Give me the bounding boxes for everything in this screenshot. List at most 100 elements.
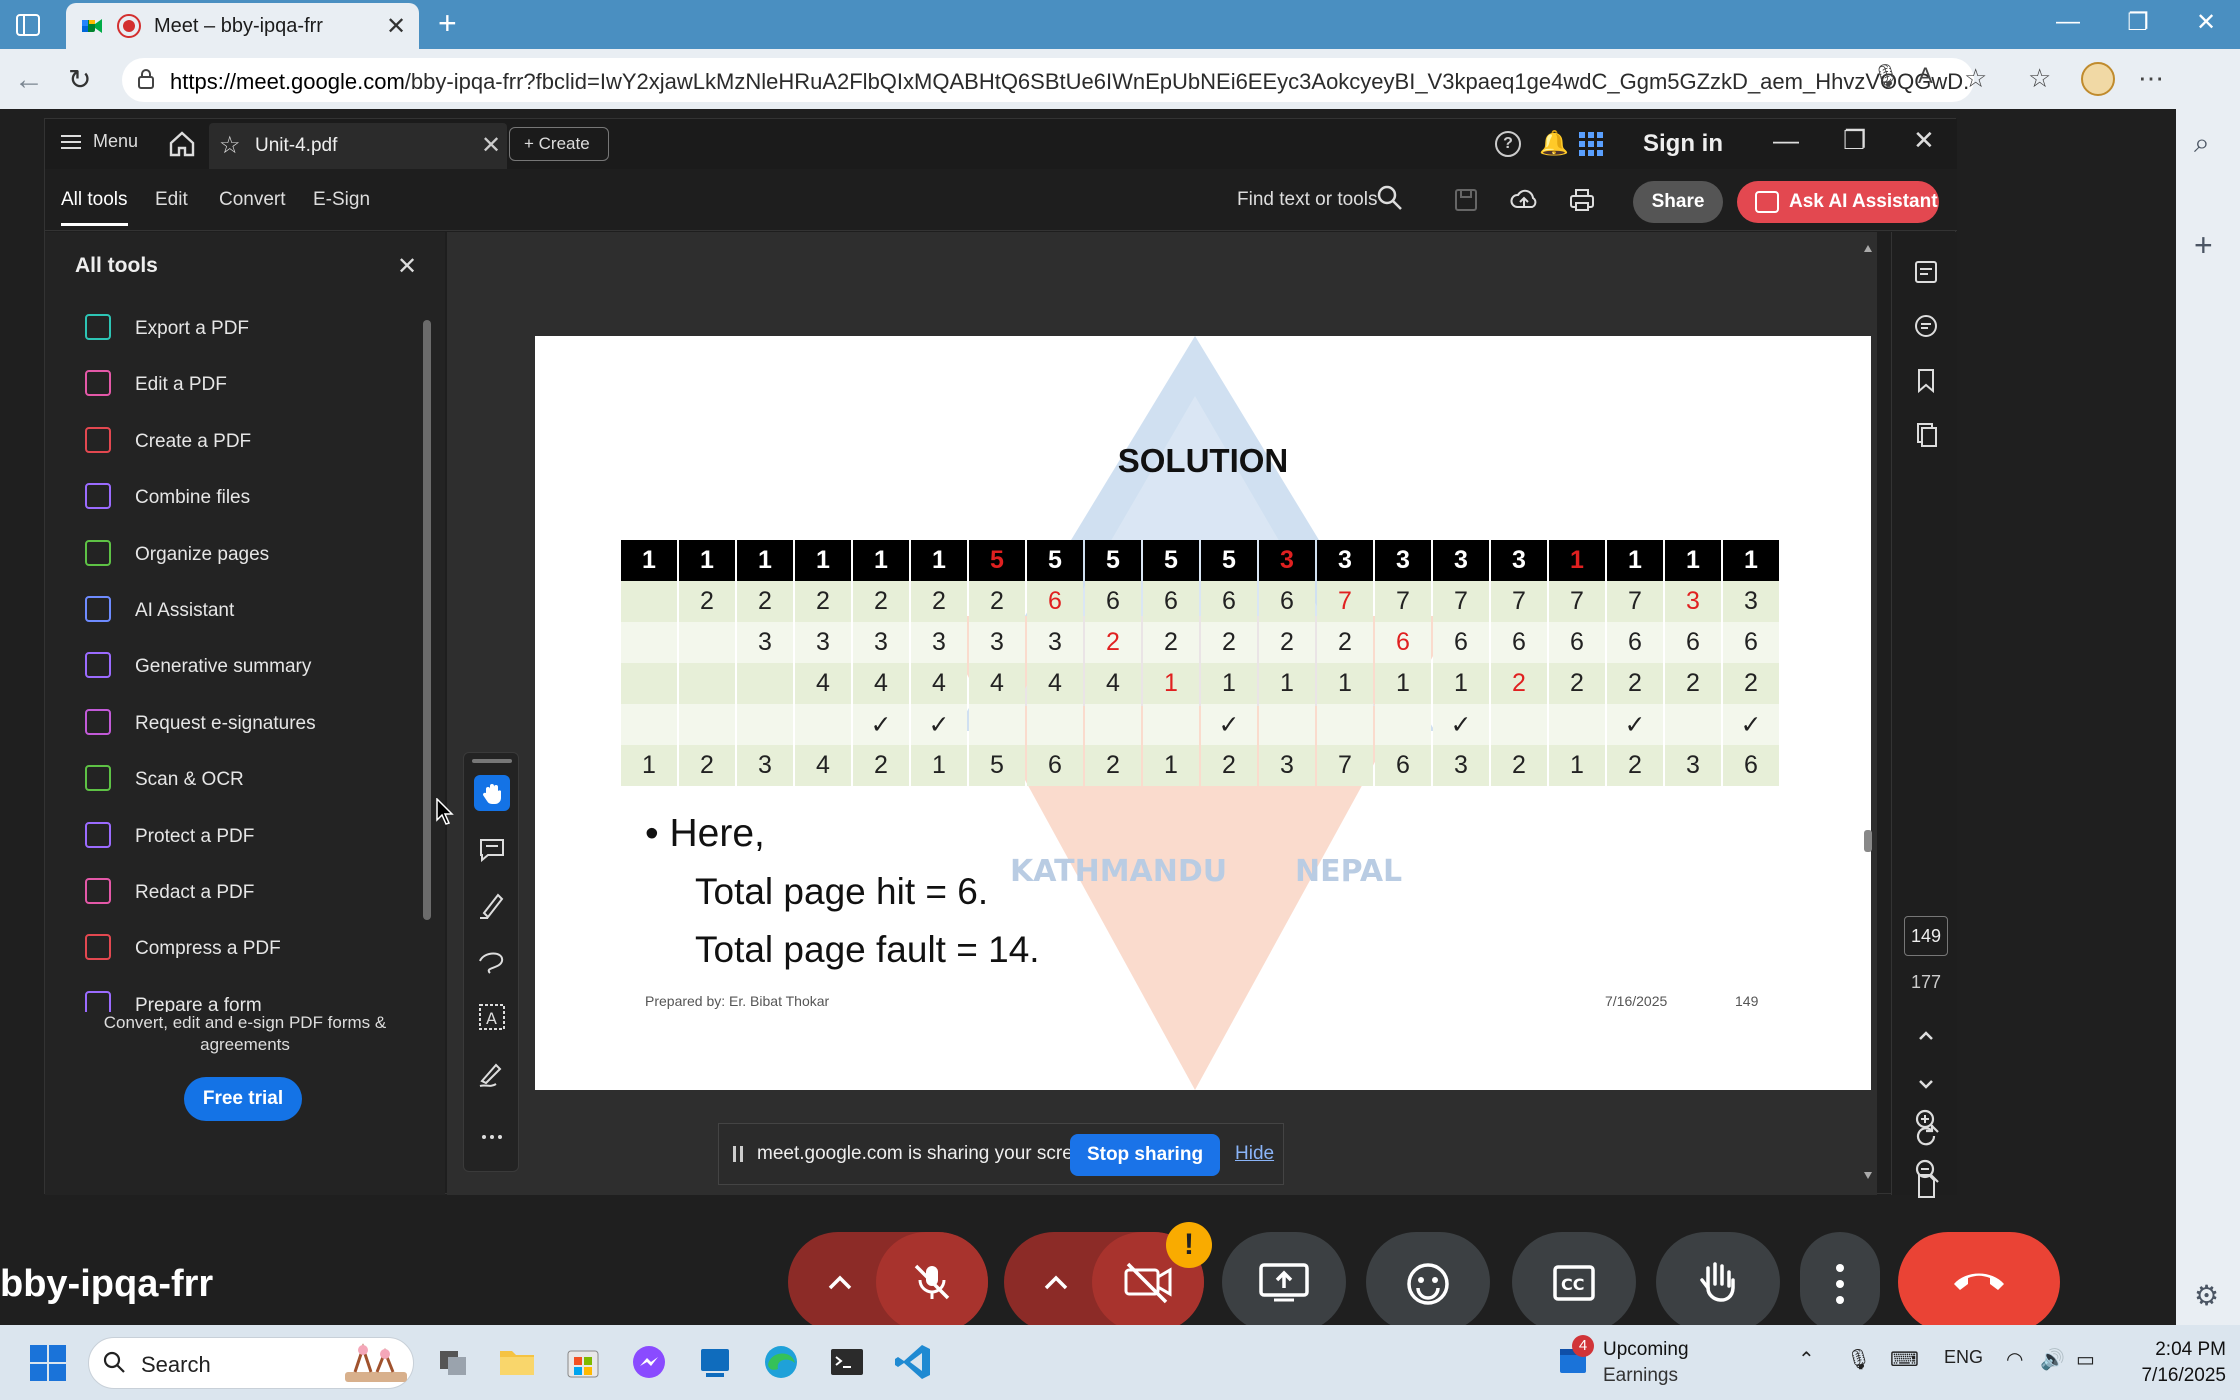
zoom-out-icon[interactable] xyxy=(1912,1156,1942,1186)
document-viewer[interactable]: KATHMANDU NEPAL SOLUTION 111111555553333… xyxy=(447,232,1877,1195)
share-button[interactable]: Share xyxy=(1633,181,1723,223)
star-icon[interactable]: ☆ xyxy=(219,131,241,160)
site-info-icon[interactable] xyxy=(136,67,156,91)
warning-badge[interactable]: ! xyxy=(1166,1222,1212,1268)
tab-e-sign[interactable]: E-Sign xyxy=(313,189,370,211)
tool-item[interactable]: Edit a PDF xyxy=(85,364,405,404)
previous-page-icon[interactable] xyxy=(1912,1022,1940,1050)
clock-time[interactable]: 2:04 PM xyxy=(2126,1339,2226,1361)
draw-tool-icon[interactable] xyxy=(474,943,510,979)
menu-button[interactable]: Menu xyxy=(61,131,138,153)
minimize-window-icon[interactable]: — xyxy=(2048,8,2088,36)
notifications-icon[interactable]: 🔔 xyxy=(1539,129,1569,158)
tool-item[interactable]: Prepare a form xyxy=(85,985,405,1012)
keyboard-icon[interactable]: ⌨ xyxy=(1890,1347,1919,1372)
upload-cloud-icon[interactable] xyxy=(1509,185,1539,215)
microsoft-store-icon[interactable] xyxy=(560,1339,606,1385)
save-icon[interactable] xyxy=(1451,185,1481,215)
current-page-field[interactable]: 149 xyxy=(1904,916,1948,956)
wifi-icon[interactable]: ◠ xyxy=(2006,1347,2023,1372)
pages-thumbnail-icon[interactable] xyxy=(1912,420,1940,448)
tool-item[interactable]: Combine files xyxy=(85,477,405,517)
clock-date[interactable]: 7/16/2025 xyxy=(2110,1365,2226,1387)
print-icon[interactable] xyxy=(1567,185,1597,215)
tools-scrollbar[interactable] xyxy=(421,302,433,1002)
show-hidden-icons-chevron-icon[interactable]: ⌃ xyxy=(1798,1347,1815,1372)
ask-ai-assistant-button[interactable]: Ask AI Assistant xyxy=(1737,181,1939,223)
create-button[interactable]: + Create xyxy=(509,127,609,161)
windows-start-icon[interactable] xyxy=(30,1345,66,1381)
home-icon[interactable] xyxy=(165,127,199,161)
more-tools-icon[interactable] xyxy=(474,1119,510,1155)
browser-tab-meet[interactable]: Meet – bby-ipqa-frr ✕ xyxy=(66,3,419,49)
stop-sharing-button[interactable]: Stop sharing xyxy=(1070,1134,1220,1176)
tool-item[interactable]: Redact a PDF xyxy=(85,872,405,912)
comment-panel-icon[interactable] xyxy=(1912,258,1940,286)
messenger-icon[interactable] xyxy=(626,1339,672,1385)
highlight-tool-icon[interactable] xyxy=(474,887,510,923)
acrobat-close-icon[interactable]: ✕ xyxy=(1913,125,1935,156)
tool-item[interactable]: Compress a PDF xyxy=(85,928,405,968)
drag-handle[interactable] xyxy=(472,759,512,763)
viewer-scrollbar[interactable] xyxy=(1861,242,1875,1182)
acrobat-minimize-icon[interactable]: — xyxy=(1773,125,1799,156)
new-tab-icon[interactable]: + xyxy=(438,5,457,42)
widget-subtitle[interactable]: Earnings xyxy=(1603,1365,1678,1387)
vscode-icon[interactable] xyxy=(890,1339,936,1385)
favorite-star-icon[interactable]: ☆ xyxy=(1964,63,1987,94)
sign-tool-icon[interactable] xyxy=(474,1055,510,1091)
tool-item[interactable]: Organize pages xyxy=(85,534,405,574)
sidebar-settings-icon[interactable]: ⚙ xyxy=(2194,1279,2219,1312)
edge-browser-icon[interactable] xyxy=(758,1339,804,1385)
url-field[interactable]: https://meet.google.com/bby-ipqa-frr?fbc… xyxy=(122,58,1974,102)
favorites-icon[interactable]: ☆ xyxy=(2028,63,2051,94)
pause-icon[interactable] xyxy=(733,1146,743,1162)
close-panel-icon[interactable]: ✕ xyxy=(397,252,417,281)
apps-grid-icon[interactable] xyxy=(1579,132,1603,156)
audio-options-chevron-icon[interactable] xyxy=(826,1270,854,1294)
widget-title[interactable]: Upcoming xyxy=(1603,1339,1689,1361)
sidebar-add-icon[interactable]: + xyxy=(2194,227,2213,264)
tab-actions-icon[interactable] xyxy=(13,10,43,40)
taskbar-search[interactable]: Search xyxy=(88,1337,414,1389)
find-text-or-tools[interactable]: Find text or tools xyxy=(1237,189,1377,211)
tab-all-tools[interactable]: All tools xyxy=(61,189,128,226)
tool-item[interactable]: Request e-signatures xyxy=(85,703,405,743)
scrollbar-thumb[interactable] xyxy=(423,320,431,920)
battery-icon[interactable]: ▭ xyxy=(2076,1347,2095,1372)
close-window-icon[interactable]: ✕ xyxy=(2186,8,2226,37)
tab-edit[interactable]: Edit xyxy=(155,189,188,211)
help-icon[interactable]: ? xyxy=(1495,131,1521,157)
hide-link[interactable]: Hide xyxy=(1235,1143,1274,1165)
sign-in-button[interactable]: Sign in xyxy=(1643,130,1723,158)
tray-microphone-icon[interactable]: 🎙 xyxy=(1846,1347,1871,1372)
tool-item[interactable]: Scan & OCR xyxy=(85,759,405,799)
more-options-icon[interactable]: ⋯ xyxy=(2138,63,2164,94)
bookmark-icon[interactable] xyxy=(1912,366,1940,394)
tool-item[interactable]: AI Assistant xyxy=(85,590,405,630)
language-indicator[interactable]: ENG xyxy=(1944,1347,1983,1368)
video-options-chevron-icon[interactable] xyxy=(1042,1270,1070,1294)
close-tab-icon[interactable]: ✕ xyxy=(386,12,406,41)
sidebar-search-icon[interactable]: ⌕ xyxy=(2194,127,2210,160)
read-aloud-icon[interactable]: A xyxy=(1918,63,1933,89)
file-explorer-icon[interactable] xyxy=(494,1339,540,1385)
teams-app-icon[interactable] xyxy=(692,1339,738,1385)
hand-tool-icon[interactable] xyxy=(474,775,510,811)
tab-convert[interactable]: Convert xyxy=(219,189,286,211)
zoom-in-icon[interactable] xyxy=(1912,1106,1942,1136)
text-tool-icon[interactable]: A xyxy=(474,999,510,1035)
tool-item[interactable]: Protect a PDF xyxy=(85,816,405,856)
close-file-icon[interactable]: ✕ xyxy=(481,131,501,160)
restore-window-icon[interactable]: ❐ xyxy=(2118,8,2158,37)
tool-item[interactable]: Create a PDF xyxy=(85,421,405,461)
ai-chat-icon[interactable] xyxy=(1912,312,1940,340)
tool-item[interactable]: Export a PDF xyxy=(85,308,405,348)
volume-icon[interactable]: 🔊 xyxy=(2040,1347,2065,1372)
search-icon[interactable] xyxy=(1375,183,1405,213)
acrobat-restore-icon[interactable]: ❐ xyxy=(1843,125,1866,156)
reload-icon[interactable]: ↻ xyxy=(68,63,91,96)
microphone-icon[interactable]: 🎙 xyxy=(1872,63,1900,89)
task-view-icon[interactable] xyxy=(430,1339,476,1385)
next-page-icon[interactable] xyxy=(1912,1070,1940,1098)
